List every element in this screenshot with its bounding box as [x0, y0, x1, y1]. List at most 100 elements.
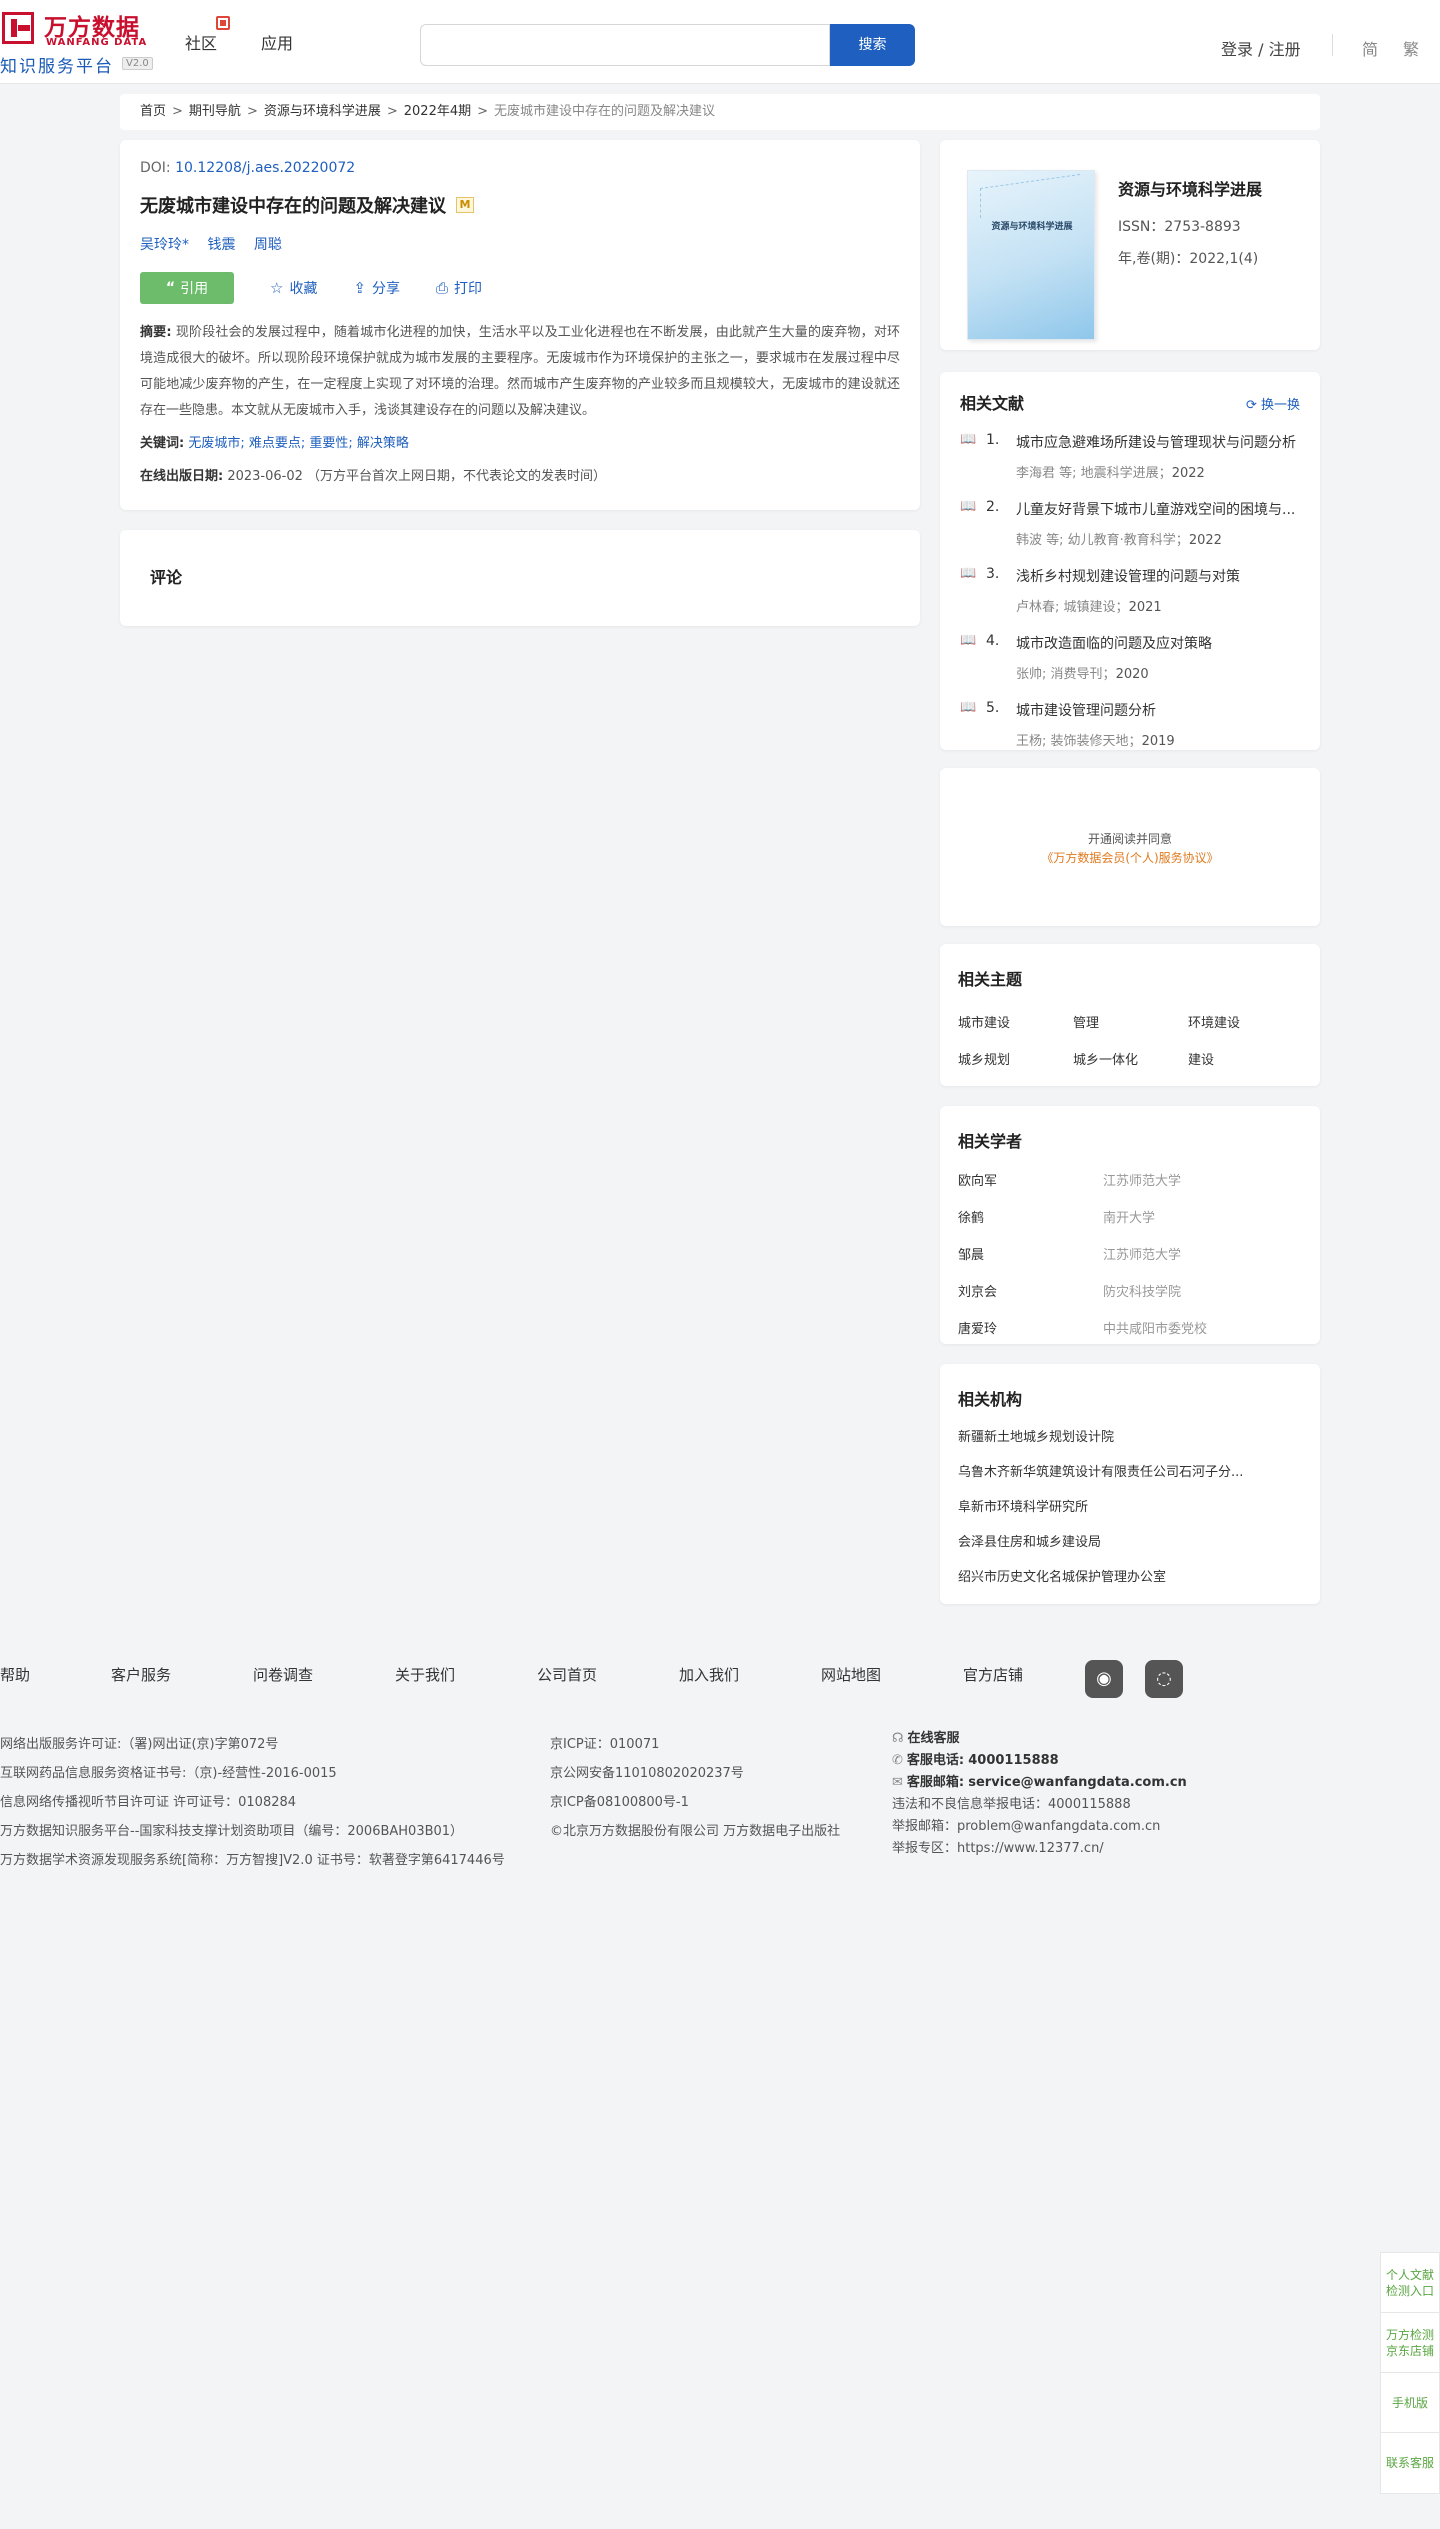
- topic-link[interactable]: 环境建设: [1188, 1012, 1303, 1031]
- nav-apps[interactable]: 应用: [261, 30, 293, 54]
- footer-join-us[interactable]: 加入我们: [679, 1664, 739, 1685]
- footer-survey[interactable]: 问卷调查: [253, 1664, 313, 1685]
- doc-source[interactable]: 装饰装修天地: [1051, 734, 1129, 749]
- breadcrumb-sep: >: [477, 104, 489, 119]
- doc-source[interactable]: 幼儿教育·教育科学: [1068, 533, 1176, 548]
- topic-link[interactable]: 管理: [1073, 1012, 1188, 1031]
- keyword-links[interactable]: 无废城市; 难点要点; 重要性; 解决策略: [188, 436, 409, 451]
- scholar-org[interactable]: 防灾科技学院: [1103, 1281, 1181, 1300]
- breadcrumb-journal-nav[interactable]: 期刊导航: [189, 104, 241, 119]
- footer-official-store[interactable]: 官方店铺: [963, 1664, 1023, 1685]
- scholar-name[interactable]: 唐爱玲: [958, 1318, 1103, 1337]
- breadcrumb-home[interactable]: 首页: [140, 104, 166, 119]
- doc-source[interactable]: 地震科学进展: [1081, 466, 1159, 481]
- author-link[interactable]: 钱震: [207, 237, 235, 253]
- footer-help[interactable]: 帮助: [0, 1664, 30, 1685]
- scholar-row: 邹晨 江苏师范大学: [958, 1244, 1302, 1263]
- service-agreement-link[interactable]: 《万方数据会员(个人)服务协议》: [940, 849, 1320, 866]
- report-site[interactable]: 举报专区：https://www.12377.cn/: [892, 1838, 1187, 1860]
- org-link[interactable]: 乌鲁木齐新华筑建筑设计有限责任公司石河子分...: [958, 1461, 1288, 1480]
- doc-title[interactable]: 城市应急避难场所建设与管理现状与问题分析: [1016, 432, 1302, 452]
- refresh-icon: ⟳: [1245, 398, 1257, 413]
- scholar-row: 欧向军 江苏师范大学: [958, 1170, 1302, 1189]
- lang-traditional[interactable]: 繁: [1403, 36, 1419, 60]
- footer-about[interactable]: 关于我们: [395, 1664, 455, 1685]
- doc-title[interactable]: 城市改造面临的问题及应对策略: [1016, 633, 1302, 653]
- online-service-link[interactable]: ☊ 在线客服: [892, 1728, 1187, 1750]
- refresh-button[interactable]: ⟳ 换一换: [1246, 394, 1300, 413]
- doc-title[interactable]: 城市建设管理问题分析: [1016, 700, 1302, 720]
- cite-button[interactable]: “ 引用: [140, 272, 234, 304]
- report-email[interactable]: 举报邮箱：problem@wanfangdata.com.cn: [892, 1816, 1187, 1838]
- collect-button[interactable]: ☆ 收藏: [270, 278, 317, 298]
- doc-meta: 张帅; 消费导刊；2020: [1016, 663, 1300, 682]
- print-button[interactable]: ⎙ 打印: [436, 278, 482, 298]
- abstract-label: 摘要:: [140, 325, 172, 340]
- footer-company-home[interactable]: 公司首页: [537, 1664, 597, 1685]
- pubdate-note: （万方平台首次上网日期，不代表论文的发表时间）: [307, 469, 607, 484]
- author-link[interactable]: 吴玲玲*: [140, 237, 189, 253]
- doc-title[interactable]: 浅析乡村规划建设管理的问题与对策: [1016, 566, 1302, 586]
- scholar-org[interactable]: 中共咸阳市委党校: [1103, 1318, 1207, 1337]
- wechat-icon[interactable]: ◌: [1145, 1660, 1183, 1698]
- author-link[interactable]: 周聪: [254, 237, 282, 253]
- comment-title: 评论: [150, 568, 183, 587]
- topic-link[interactable]: 城乡规划: [958, 1049, 1073, 1068]
- doc-title[interactable]: 儿童友好背景下城市儿童游戏空间的困境与...: [1016, 499, 1302, 519]
- login-register-link[interactable]: 登录 / 注册: [1221, 36, 1301, 60]
- float-jd-store[interactable]: 万方检测京东店铺: [1380, 2312, 1440, 2372]
- scholar-org[interactable]: 江苏师范大学: [1103, 1244, 1181, 1263]
- float-mobile[interactable]: 手机版: [1380, 2372, 1440, 2432]
- footer-licenses: 网络出版服务许可证:（署)网出证(京)字第072号 互联网药品信息服务资格证书号…: [0, 1730, 505, 1875]
- search-button[interactable]: 搜索: [830, 24, 915, 66]
- scholar-name[interactable]: 欧向军: [958, 1170, 1103, 1189]
- org-link[interactable]: 绍兴市历史文化名城保护管理办公室: [958, 1566, 1288, 1585]
- journal-cover[interactable]: 资源与环境科学进展: [967, 170, 1095, 340]
- org-link[interactable]: 会泽县住房和城乡建设局: [958, 1531, 1288, 1550]
- topic-link[interactable]: 城市建设: [958, 1012, 1073, 1031]
- float-plagiarism-check[interactable]: 个人文献检测入口: [1380, 2252, 1440, 2312]
- nav-community[interactable]: 社区: [185, 30, 217, 54]
- logo-english: WANFANG DATA: [46, 37, 148, 48]
- printer-icon: ⎙: [436, 279, 449, 297]
- weibo-icon[interactable]: ◉: [1085, 1660, 1123, 1698]
- search-input[interactable]: [420, 24, 830, 66]
- footer-sitemap[interactable]: 网站地图: [821, 1664, 881, 1685]
- scholar-name[interactable]: 刘京会: [958, 1281, 1103, 1300]
- icp-line[interactable]: 京公网安备11010802020237号: [550, 1759, 840, 1788]
- article-actions: “ 引用 ☆ 收藏 ⇪ 分享 ⎙ 打印: [140, 272, 900, 304]
- footer-customer-service[interactable]: 客户服务: [111, 1664, 171, 1685]
- breadcrumb-issue[interactable]: 2022年4期: [404, 104, 471, 119]
- license-line: 万方数据学术资源发现服务系统[简称：万方智搜]V2.0 证书号：软著登字第641…: [0, 1853, 505, 1868]
- report-phone: 违法和不良信息举报电话：4000115888: [892, 1797, 1131, 1812]
- comment-card: 评论: [120, 530, 920, 626]
- doc-source[interactable]: 消费导刊: [1051, 667, 1103, 682]
- org-link[interactable]: 新疆新土地城乡规划设计院: [958, 1426, 1288, 1445]
- breadcrumb-journal[interactable]: 资源与环境科学进展: [264, 104, 381, 119]
- headset-icon: ☊: [892, 1731, 904, 1746]
- icp-line[interactable]: 京ICP证：010071: [550, 1730, 840, 1759]
- cover-title: 资源与环境科学进展: [991, 222, 1073, 232]
- book-icon: 📖: [960, 700, 977, 715]
- float-contact-service[interactable]: 联系客服: [1380, 2432, 1440, 2494]
- doi-link[interactable]: 10.12208/j.aes.20220072: [175, 160, 355, 176]
- org-link[interactable]: 阜新市环境科学研究所: [958, 1496, 1288, 1515]
- topic-link[interactable]: 建设: [1188, 1049, 1303, 1068]
- scholar-org[interactable]: 南开大学: [1103, 1207, 1155, 1226]
- doc-source[interactable]: 城镇建设: [1064, 600, 1116, 615]
- doi-line: DOI: 10.12208/j.aes.20220072: [140, 160, 900, 176]
- doc-meta-sep: ；: [1128, 734, 1142, 749]
- share-button[interactable]: ⇪ 分享: [353, 278, 400, 298]
- scholar-name[interactable]: 徐鹤: [958, 1207, 1103, 1226]
- wanfang-logo[interactable]: 万方数据 WANFANG DATA 知识服务平台 V2.0: [0, 4, 160, 77]
- journal-name[interactable]: 资源与环境科学进展: [1118, 176, 1262, 200]
- scholar-org[interactable]: 江苏师范大学: [1103, 1170, 1181, 1189]
- scholar-name[interactable]: 邹晨: [958, 1244, 1103, 1263]
- email-value[interactable]: service@wanfangdata.com.cn: [968, 1775, 1187, 1790]
- lang-simplified[interactable]: 简: [1362, 36, 1378, 60]
- breadcrumb-sep: >: [386, 104, 398, 119]
- keywords-label: 关键词:: [140, 436, 185, 451]
- icp-line[interactable]: 京ICP备08100800号-1: [550, 1788, 840, 1817]
- topic-link[interactable]: 城乡一体化: [1073, 1049, 1188, 1068]
- quote-icon: “: [165, 280, 176, 296]
